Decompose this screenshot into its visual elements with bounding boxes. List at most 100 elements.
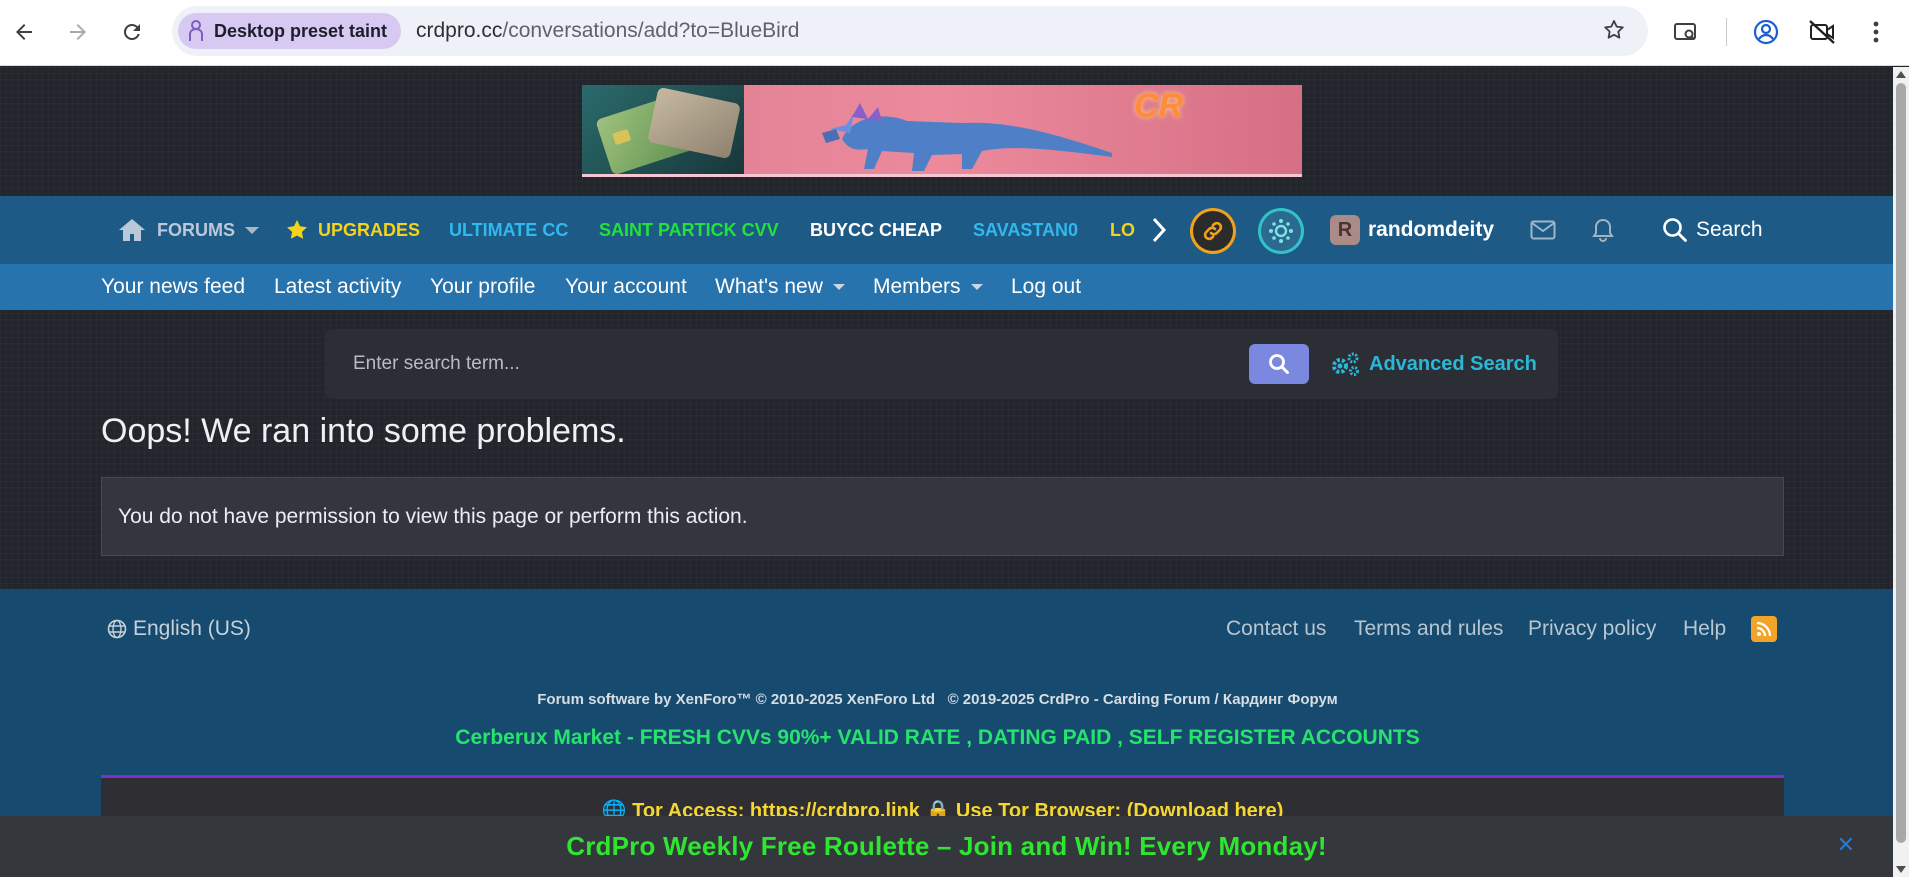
user-menu[interactable]: R randomdeity xyxy=(1330,196,1494,264)
browser-toolbar: Desktop preset taint crdpro.cc/conversat… xyxy=(0,0,1909,66)
links-button-inner xyxy=(1193,211,1233,251)
globe-icon xyxy=(107,619,127,639)
page-viewport: CR FORUMS UPGRADES ULTIMATE CC SAINT PAR… xyxy=(0,67,1893,877)
bookmark-button[interactable] xyxy=(1602,18,1626,47)
scroll-up-arrow[interactable] xyxy=(1896,71,1906,78)
market-promo-link[interactable]: Cerberux Market - FRESH CVVs 90%+ VALID … xyxy=(0,726,1875,750)
avatar: R xyxy=(1330,215,1360,245)
nav-forums-label: FORUMS xyxy=(157,219,235,240)
chevron-right-icon xyxy=(1152,217,1167,243)
page-title: Oops! We ran into some problems. xyxy=(101,412,626,450)
nav-forums[interactable]: FORUMS xyxy=(117,196,259,264)
nav-upgrades[interactable]: UPGRADES xyxy=(285,196,420,264)
network-gear-icon xyxy=(1269,219,1293,243)
rss-icon xyxy=(1756,621,1772,637)
star-icon xyxy=(287,220,307,239)
error-message-box: You do not have permission to view this … xyxy=(101,477,1784,556)
person-icon xyxy=(189,20,203,41)
search-icon xyxy=(1663,218,1687,242)
bell-icon xyxy=(1592,218,1614,242)
scroll-thumb[interactable] xyxy=(1896,83,1906,843)
nav-overflow-item[interactable]: LO xyxy=(1108,196,1136,264)
footer-contact-us[interactable]: Contact us xyxy=(1226,617,1326,641)
nav-buycc[interactable]: BUYCC CHEAP xyxy=(810,196,942,264)
sub-navbar: Your news feed Latest activity Your prof… xyxy=(0,264,1893,310)
more-vertical-icon xyxy=(1873,21,1879,43)
arrow-right-icon xyxy=(70,24,86,40)
url-text[interactable]: crdpro.cc/conversations/add?to=BlueBird xyxy=(416,19,799,43)
subnav-news-feed[interactable]: Your news feed xyxy=(101,264,245,310)
back-button[interactable] xyxy=(6,14,42,50)
page-scrollbar[interactable] xyxy=(1893,67,1909,877)
preset-chip-label: Desktop preset taint xyxy=(214,20,388,41)
toolbar-separator xyxy=(1726,18,1727,46)
nav-savastan[interactable]: SAVASTAN0 xyxy=(973,196,1078,264)
search-tabs-button[interactable] xyxy=(1668,14,1704,50)
search-panel: Advanced Search xyxy=(325,329,1558,399)
scroll-down-arrow[interactable] xyxy=(1896,866,1906,873)
footer-privacy[interactable]: Privacy policy xyxy=(1528,617,1656,641)
site-banner[interactable]: CR xyxy=(582,85,1302,177)
browser-menu-button[interactable] xyxy=(1858,14,1894,50)
links-button[interactable] xyxy=(1190,208,1236,254)
home-icon xyxy=(119,219,145,241)
preset-chip[interactable]: Desktop preset taint xyxy=(178,13,402,49)
credit-cards-image xyxy=(582,85,744,174)
nav-search-button[interactable]: Search xyxy=(1662,196,1763,264)
nav-upgrades-label: UPGRADES xyxy=(318,219,421,240)
roulette-notice-text[interactable]: CrdPro Weekly Free Roulette – Join and W… xyxy=(566,831,1327,862)
subnav-your-profile[interactable]: Your profile xyxy=(430,264,535,310)
alerts-button[interactable] xyxy=(1592,196,1614,264)
tab-search-icon xyxy=(1674,23,1696,41)
search-icon xyxy=(1269,354,1289,374)
card-chip xyxy=(612,128,632,146)
username-label: randomdeity xyxy=(1368,218,1495,241)
url-path: /conversations/add?to=BlueBird xyxy=(502,19,800,42)
nav-ultimate-cc[interactable]: ULTIMATE CC xyxy=(449,196,568,264)
chevron-down-icon[interactable] xyxy=(832,284,845,290)
account-icon xyxy=(1753,19,1779,45)
dinosaur-image xyxy=(822,103,1112,171)
inbox-button[interactable] xyxy=(1530,196,1556,264)
language-label: English (US) xyxy=(133,617,251,640)
advanced-search-label: Advanced Search xyxy=(1369,352,1537,375)
star-icon xyxy=(1604,20,1624,39)
tools-button-inner xyxy=(1261,211,1301,251)
link-icon xyxy=(1203,221,1223,241)
camera-off-button[interactable] xyxy=(1804,14,1840,50)
nav-saint-partick[interactable]: SAINT PARTICK CVV xyxy=(599,196,779,264)
subnav-your-account[interactable]: Your account xyxy=(565,264,687,310)
reload-button[interactable] xyxy=(114,14,150,50)
roulette-notice: CrdPro Weekly Free Roulette – Join and W… xyxy=(0,816,1893,877)
subnav-whats-new[interactable]: What's new xyxy=(715,264,845,310)
chevron-down-icon[interactable] xyxy=(245,226,259,234)
tools-button[interactable] xyxy=(1258,208,1304,254)
error-message: You do not have permission to view this … xyxy=(118,504,748,528)
subnav-latest-activity[interactable]: Latest activity xyxy=(274,264,401,310)
rss-button[interactable] xyxy=(1751,616,1777,642)
arrow-left-icon xyxy=(16,24,32,40)
close-icon[interactable]: ✕ xyxy=(1837,832,1855,858)
search-input[interactable] xyxy=(325,329,1235,399)
banner-logo-text: CR xyxy=(1134,87,1184,125)
main-navbar: FORUMS UPGRADES ULTIMATE CC SAINT PARTIC… xyxy=(0,196,1893,264)
forward-button[interactable] xyxy=(60,14,96,50)
subnav-members-label: Members xyxy=(873,275,961,298)
footer-terms[interactable]: Terms and rules xyxy=(1354,617,1503,641)
profile-button[interactable] xyxy=(1748,14,1784,50)
subnav-members[interactable]: Members xyxy=(873,264,983,310)
address-bar[interactable]: Desktop preset taint crdpro.cc/conversat… xyxy=(172,6,1648,56)
footer-help[interactable]: Help xyxy=(1683,617,1726,641)
subnav-log-out[interactable]: Log out xyxy=(1011,264,1081,310)
url-host: crdpro.cc xyxy=(416,19,503,42)
nav-search-label: Search xyxy=(1696,218,1763,241)
subnav-whats-new-label: What's new xyxy=(715,275,823,298)
reload-icon xyxy=(123,23,140,40)
nav-scroll-right[interactable] xyxy=(1150,196,1168,264)
nav-clipped-label: LO xyxy=(1110,219,1135,240)
chevron-down-icon[interactable] xyxy=(970,284,983,290)
envelope-icon xyxy=(1530,220,1556,240)
advanced-search-link[interactable]: Advanced Search xyxy=(1329,329,1537,399)
search-submit-button[interactable] xyxy=(1249,344,1309,384)
language-chooser[interactable]: English (US) xyxy=(107,617,251,641)
